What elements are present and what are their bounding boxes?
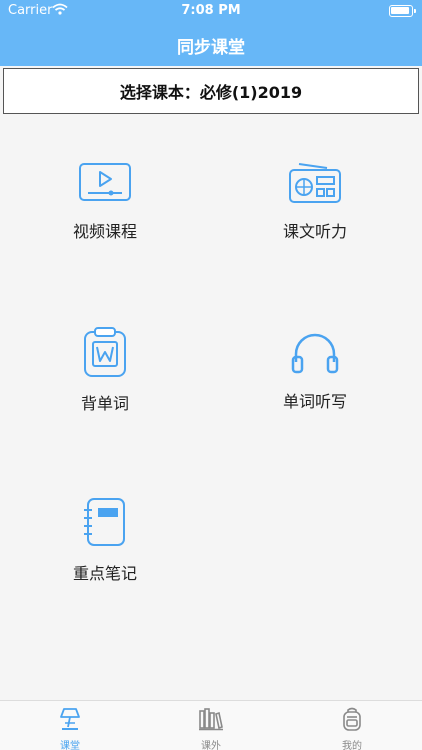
radio-icon [240,162,390,210]
tab-extracurricular-label: 课外 [201,741,221,750]
status-bar: Carrier 7:08 PM [0,0,422,22]
feature-text-listening-label: 课文听力 [282,222,347,241]
notebook-icon [30,496,180,552]
battery-icon [389,5,416,17]
feature-word-dictation[interactable]: 单词听写 [240,330,390,412]
tab-classroom-label: 课堂 [60,741,80,750]
top-bar: Carrier 7:08 PM 同步课堂 [0,0,422,66]
status-time: 7:08 PM [181,3,241,18]
video-player-icon [30,162,180,210]
feature-video-course-label: 视频课程 [72,222,137,241]
page-title: 同步课堂 [177,38,245,58]
backpack-icon [312,707,392,734]
headphones-icon [240,330,390,380]
tab-extracurricular[interactable]: 课外 [171,707,251,750]
feature-video-course[interactable]: 视频课程 [30,162,180,242]
word-clipboard-icon [30,326,180,382]
tab-classroom[interactable]: 课堂 [30,707,110,750]
tab-mine-label: 我的 [342,741,362,750]
tab-bar: 课堂 课外 我的 [0,700,422,750]
feature-memorize-words-label: 背单词 [80,394,129,413]
feature-text-listening[interactable]: 课文听力 [240,162,390,242]
tab-mine[interactable]: 我的 [312,707,392,750]
feature-key-notes[interactable]: 重点笔记 [30,496,180,584]
feature-memorize-words[interactable]: 背单词 [30,326,180,414]
lamp-icon [30,707,110,734]
textbook-selector[interactable]: 选择课本：必修(1)2019 [3,68,419,114]
textbook-selector-label: 选择课本：必修(1)2019 [119,83,303,102]
books-icon [171,707,251,734]
feature-word-dictation-label: 单词听写 [282,392,347,411]
feature-key-notes-label: 重点笔记 [72,564,137,583]
